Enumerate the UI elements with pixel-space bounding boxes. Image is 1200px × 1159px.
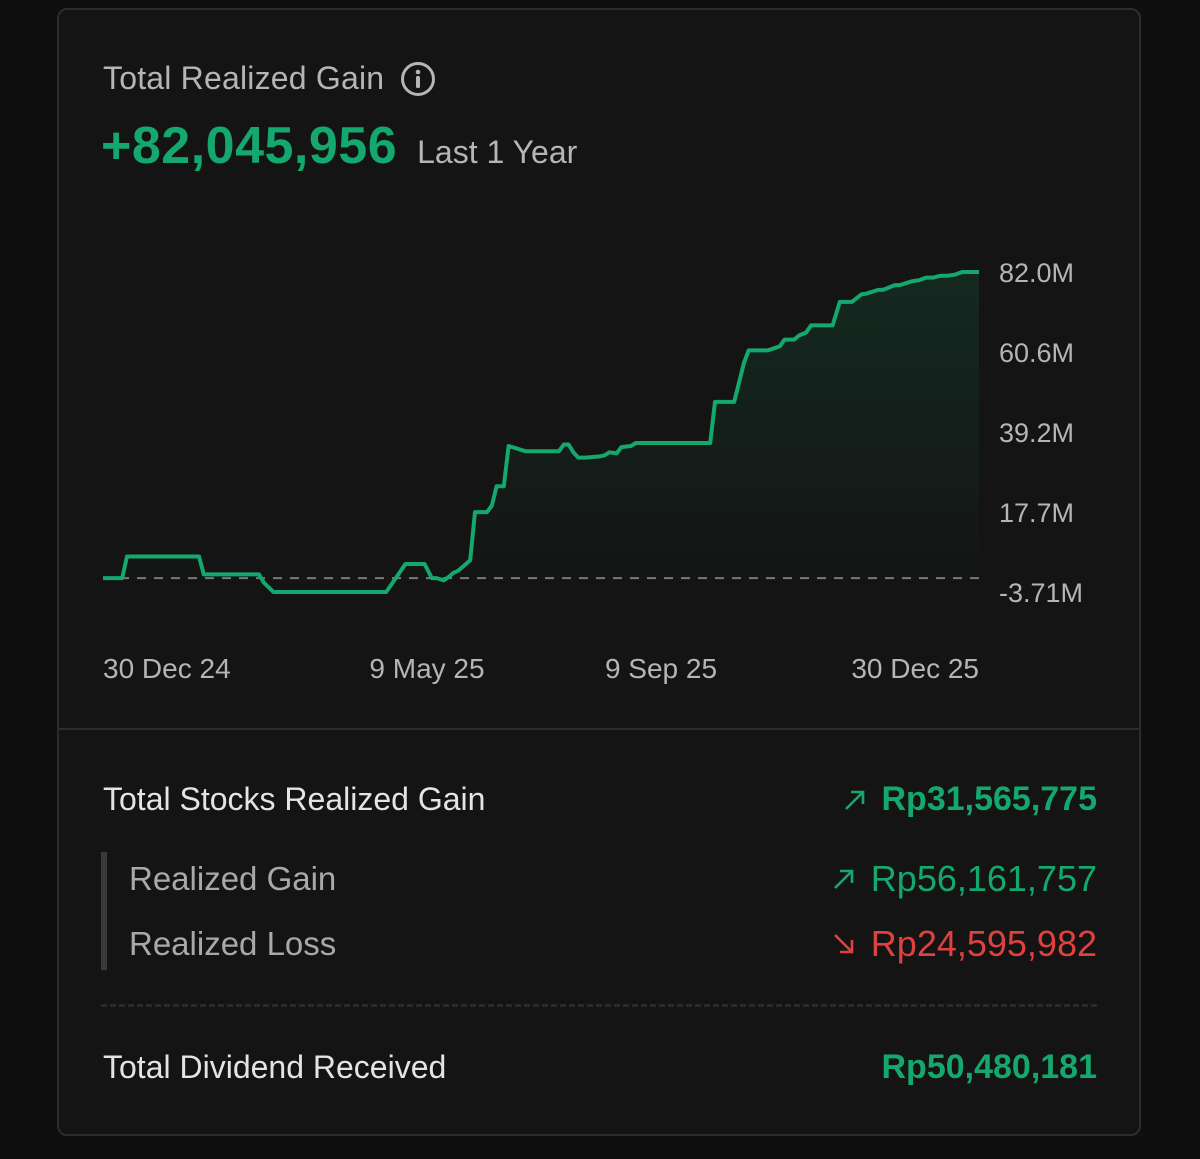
dividend-value: Rp50,480,181 xyxy=(881,1048,1098,1086)
stocks-realized-gain-label: Total Stocks Realized Gain xyxy=(103,781,486,817)
x-tick-label: 9 May 25 xyxy=(369,653,484,684)
y-tick-label: 17.7M xyxy=(999,498,1074,528)
realized-loss-value: Rp24,595,982 xyxy=(870,923,1097,964)
stocks-realized-gain-value-group: Rp31,565,775 xyxy=(842,780,1098,819)
realized-gain-card: Total Realized Gain +82,045,956 Last 1 Y… xyxy=(57,8,1141,1136)
y-tick-label: 60.6M xyxy=(999,338,1074,368)
realized-gain-value-group: Rp56,161,757 xyxy=(831,858,1097,900)
dashed-divider xyxy=(101,1004,1097,1007)
dividend-label: Total Dividend Received xyxy=(103,1049,447,1085)
realized-gain-value: Rp56,161,757 xyxy=(870,858,1097,899)
x-tick-label: 30 Dec 25 xyxy=(851,653,979,684)
stocks-realized-gain-value: Rp31,565,775 xyxy=(881,780,1098,818)
arrow-up-right-icon xyxy=(833,869,854,889)
y-tick-label: 39.2M xyxy=(999,418,1074,448)
section-divider xyxy=(59,728,1139,730)
stocks-realized-gain-row[interactable]: Total Stocks Realized Gain Rp31,565,775 xyxy=(103,780,1097,819)
realized-gain-chart[interactable]: 82.0M 60.6M 39.2M 17.7M -3.71M 30 Dec 24 9 Ma… xyxy=(59,10,1139,720)
x-tick-label: 30 Dec 24 xyxy=(103,653,231,684)
realized-loss-value-group: Rp24,595,982 xyxy=(831,923,1097,965)
realized-gain-label: Realized Gain xyxy=(129,860,337,897)
x-tick-label: 9 Sep 25 xyxy=(605,653,717,684)
chart-area-fill xyxy=(103,272,979,592)
realized-loss-label: Realized Loss xyxy=(129,925,337,962)
y-tick-label: -3.71M xyxy=(999,578,1083,608)
realized-loss-row[interactable]: Realized Loss Rp24,595,982 xyxy=(129,923,1097,965)
arrow-down-right-icon xyxy=(833,934,854,954)
realized-gain-row[interactable]: Realized Gain Rp56,161,757 xyxy=(129,858,1097,900)
y-tick-label: 82.0M xyxy=(999,258,1074,288)
arrow-up-right-icon xyxy=(844,790,864,810)
dividend-row[interactable]: Total Dividend Received Rp50,480,181 xyxy=(103,1048,1097,1087)
stocks-breakdown: Realized Gain Rp56,161,757 Realized Loss… xyxy=(101,852,1097,970)
